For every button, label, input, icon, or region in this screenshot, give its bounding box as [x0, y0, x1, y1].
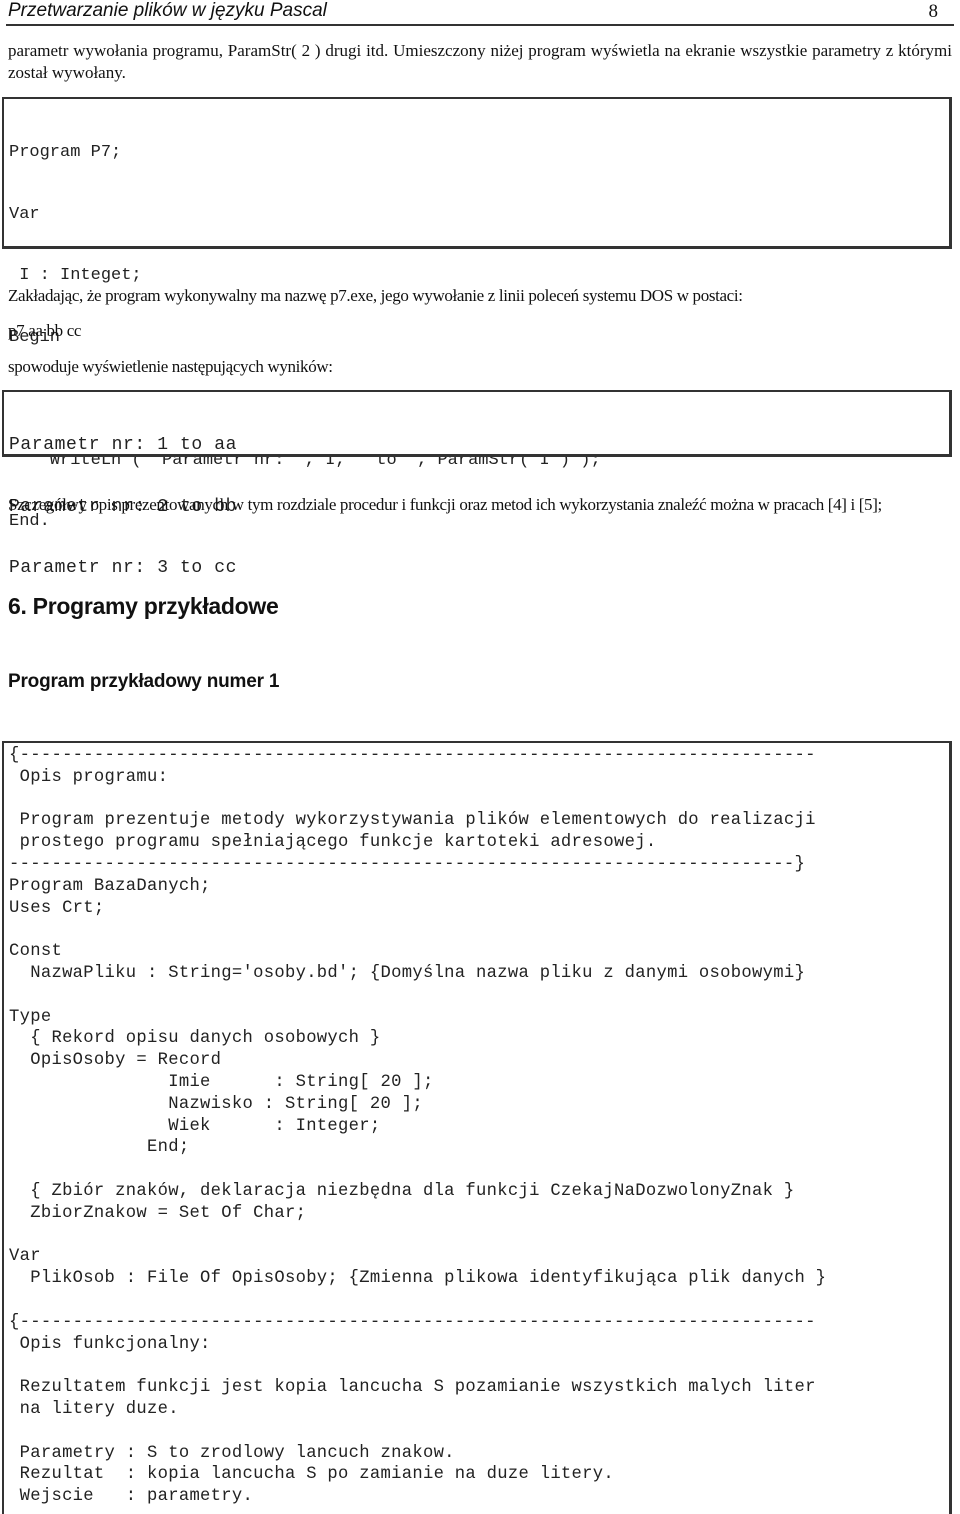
code-line: Nazwisko : String[ 20 ]; [9, 1094, 423, 1114]
code-line: Uses Crt; [9, 898, 105, 918]
code-line: I : Integet; [9, 266, 142, 285]
code-line: Wejscie : parametry. [9, 1487, 254, 1507]
intro-paragraph: parametr wywołania programu, ParamStr( 2… [8, 41, 952, 82]
code-line: na litery duze. [9, 1399, 179, 1419]
code-line: { Rekord opisu danych osobowych } [9, 1029, 381, 1049]
code-line: OpisOsoby = Record [9, 1051, 222, 1071]
code-line: NazwaPliku : String='osoby.bd'; {Domyśln… [9, 963, 806, 983]
code-line: ZbiorZnakow = Set Of Char; [9, 1203, 307, 1223]
command-example: p7 aa bb cc [8, 321, 82, 340]
code-line: { Zbiór znaków, deklaracja niezbędna dla… [9, 1181, 795, 1201]
code-line: Wiek : Integer; [9, 1116, 381, 1136]
page-number: 8 [928, 1, 939, 22]
code-line: Imie : String[ 20 ]; [9, 1072, 434, 1092]
code-listing: {---------------------------------------… [4, 745, 949, 1508]
code-line: End; [9, 1138, 190, 1158]
code-line: ----------------------------------------… [9, 854, 806, 874]
code-line: Program prezentuje metody wykorzystywani… [9, 811, 816, 831]
assumption-paragraph: Zakładając, że program wykonywalny ma na… [8, 286, 743, 305]
code-block-p7: Program P7; Var I : Integet; Begin For I… [2, 97, 952, 531]
code-line: Program BazaDanych; [9, 876, 211, 896]
code-line: Type [9, 1007, 52, 1027]
code-line: Const [9, 942, 63, 962]
code-line: Rezultatem funkcji jest kopia lancucha S… [9, 1378, 816, 1398]
output-line: Parametr nr: 1 to aa [9, 435, 238, 455]
output-block: Parametr nr: 1 to aa Parametr nr: 2 to b… [2, 390, 952, 578]
results-intro: spowoduje wyświetlenie następujących wyn… [8, 357, 333, 376]
code-line: Parametry : S to zrodlowy lancuch znakow… [9, 1443, 455, 1463]
output-line: Parametr nr: 3 to cc [9, 558, 238, 578]
document-title: Przetwarzanie plików w języku Pascal [8, 0, 327, 21]
page-header: Przetwarzanie plików w języku Pascal 8 [6, 0, 954, 26]
code-line: Var [9, 1247, 41, 1267]
code-line: {---------------------------------------… [9, 1312, 816, 1332]
section-heading: 6. Programy przykładowe [8, 593, 279, 619]
subsection-heading: Program przykładowy numer 1 [8, 671, 280, 692]
code-line: prostego programu spełniającego funkcje … [9, 833, 657, 853]
code-line: Var [9, 204, 40, 224]
code-line: Program P7; [9, 143, 122, 162]
details-paragraph: Szczegółwy opis prezentowanych w tym roz… [8, 495, 882, 514]
code-line: Opis funkcjonalny: [9, 1334, 211, 1354]
code-line: PlikOsob : File Of OpisOsoby; {Zmienna p… [9, 1269, 827, 1289]
code-block-program-1: {---------------------------------------… [2, 741, 952, 1514]
code-line: Opis programu: [9, 767, 169, 787]
code-line: Rezultat : kopia lancucha S po zamianie … [9, 1465, 615, 1485]
code-line: {---------------------------------------… [9, 746, 816, 765]
